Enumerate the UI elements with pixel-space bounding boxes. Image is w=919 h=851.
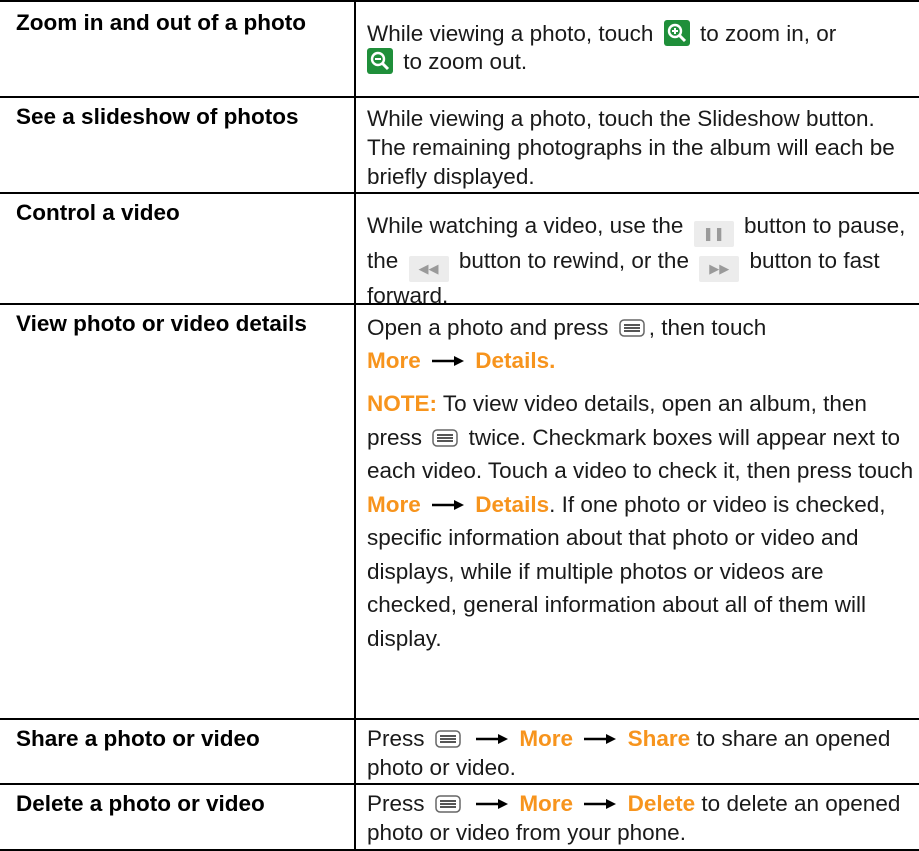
menu-path-details: Details <box>475 491 550 517</box>
fast-forward-icon: ▶▶ <box>699 256 740 282</box>
menu-key-icon <box>435 730 461 748</box>
menu-path-more: More <box>367 348 421 373</box>
desc-text: While viewing a photo, touch <box>367 21 654 46</box>
desc-text: . If one photo or video is checked, spec… <box>367 491 886 651</box>
menu-key-icon <box>618 319 645 337</box>
row-title: Share a photo or video <box>16 726 260 751</box>
row-title: Control a video <box>16 200 180 225</box>
zoom-in-icon <box>663 20 690 46</box>
right-arrow-icon <box>476 799 509 809</box>
row-description: Press More Delete to delete an opened ph… <box>367 789 915 847</box>
menu-path-more: More <box>367 491 421 517</box>
desc-text: , then touch <box>648 315 767 340</box>
desc-text: Open a photo and press <box>367 315 609 340</box>
row-title: See a slideshow of photos <box>16 104 299 129</box>
row-divider <box>0 0 919 2</box>
menu-key-icon <box>435 795 461 813</box>
menu-key-icon <box>432 428 459 447</box>
row-description: While watching a video, use the ❚❚ butto… <box>367 212 915 310</box>
row-description: While viewing a photo, touch to zoom in,… <box>367 20 915 76</box>
desc-text: Press <box>367 726 425 751</box>
rewind-icon: ◀◀ <box>408 256 449 282</box>
right-arrow-icon <box>584 734 617 744</box>
right-arrow-icon <box>432 499 465 510</box>
menu-path-more: More <box>519 791 574 816</box>
menu-path-share: Share <box>627 726 691 751</box>
row-title: Zoom in and out of a photo <box>16 10 306 35</box>
right-arrow-icon <box>432 356 465 366</box>
row-description: While viewing a photo, touch the Slidesh… <box>367 106 895 189</box>
row-title: View photo or video details <box>16 311 307 336</box>
pause-icon: ❚❚ <box>693 221 734 247</box>
menu-path-delete: Delete <box>627 791 696 816</box>
desc-text: button to rewind, or the <box>458 248 689 273</box>
row-description: Press More Share to share an opened phot… <box>367 724 915 782</box>
row-divider <box>0 718 919 720</box>
note-label: NOTE: <box>367 391 437 416</box>
desc-text: Press <box>367 791 425 816</box>
row-divider <box>0 96 919 98</box>
menu-path-details: Details. <box>475 348 556 373</box>
desc-text: While watching a video, use the <box>367 213 684 238</box>
row-title: Delete a photo or video <box>16 791 265 816</box>
menu-path-more: More <box>519 726 574 751</box>
right-arrow-icon <box>584 799 617 809</box>
desc-text: to zoom in, or <box>699 21 837 46</box>
desc-text: to zoom out. <box>403 49 528 74</box>
row-divider <box>0 783 919 785</box>
row-divider <box>0 192 919 194</box>
note-paragraph: NOTE: To view video details, open an alb… <box>367 387 915 655</box>
zoom-out-icon <box>367 48 393 74</box>
row-description: Open a photo and press , then touch More… <box>367 311 915 655</box>
details-instruction: Open a photo and press , then touch More… <box>367 311 915 377</box>
right-arrow-icon <box>476 734 509 744</box>
column-divider <box>354 0 356 851</box>
